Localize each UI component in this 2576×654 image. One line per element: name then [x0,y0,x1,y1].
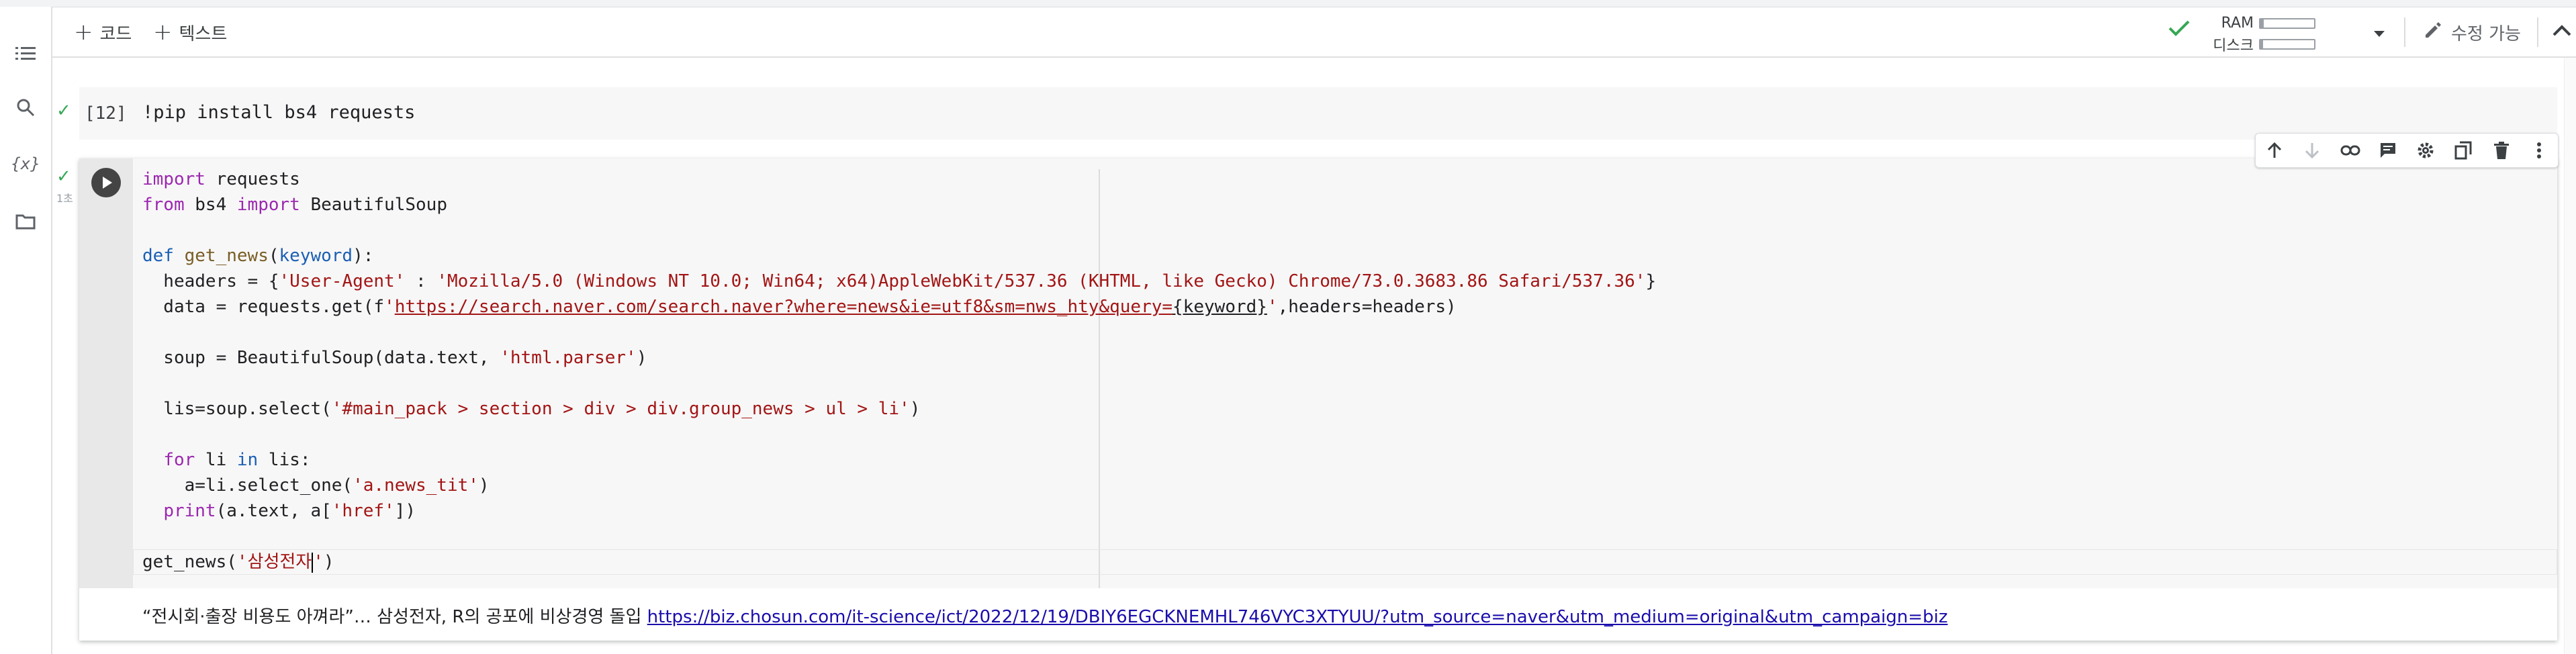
variables-icon[interactable]: {x} [11,150,40,177]
cell-output: “전시회·출장 비용도 아껴라”… 삼성전자, R의 공포에 비상경영 돌입 h… [79,588,2557,641]
left-sidebar: {x} [0,7,52,654]
move-up-icon[interactable] [2261,137,2288,164]
table-of-contents-icon[interactable] [12,40,39,67]
ram-row: RAM [2207,15,2315,32]
disk-bar-fill [2260,40,2263,48]
more-options-icon[interactable] [2526,137,2552,164]
cell-toolbar [2255,133,2559,168]
cell-gutter [79,158,133,588]
add-text-button[interactable]: + 텍스트 [153,17,227,47]
code-block[interactable]: import requests from bs4 import Beautifu… [142,167,1656,575]
code-editor[interactable]: import requests from bs4 import Beautifu… [133,158,2557,588]
resources-dropdown-icon[interactable] [2373,28,2385,41]
settings-icon[interactable] [2412,137,2439,164]
code-cell-get-news[interactable]: import requests from bs4 import Beautifu… [79,158,2557,641]
ram-label: RAM [2221,15,2254,32]
connected-check-icon [2168,19,2191,40]
edit-mode-label: 수정 가능 [2451,24,2521,44]
plus-icon: + [74,19,93,46]
collapse-header-icon[interactable] [2552,23,2572,40]
cell-code[interactable]: !pip install bs4 requests [142,102,415,123]
run-cell-button[interactable] [91,168,121,197]
execution-time: 1초 [56,192,73,205]
ram-bar [2259,17,2315,29]
toolbar-divider [2537,17,2538,47]
cell-executed-check-icon: ✓ [56,167,71,187]
code-cell-pip[interactable] [79,87,2557,140]
pencil-icon [2423,20,2443,45]
folder-icon[interactable] [12,208,39,235]
search-icon[interactable] [12,94,39,121]
cell-executed-check-icon: ✓ [56,101,71,121]
comment-icon[interactable] [2375,137,2401,164]
disk-row: 디스크 [2207,34,2315,55]
delete-icon[interactable] [2488,137,2515,164]
play-icon [103,177,112,189]
window-top-edge [0,0,2576,7]
add-code-button[interactable]: + 코드 [74,17,132,47]
news-title: “전시회·출장 비용도 아껴라”… 삼성전자, R의 공포에 비상경영 돌입 [142,607,647,627]
disk-bar [2259,39,2315,50]
add-code-label: 코드 [99,24,132,44]
link-icon[interactable] [2337,137,2364,164]
edit-mode-button[interactable]: 수정 가능 [2423,17,2521,47]
add-text-label: 텍스트 [179,24,228,44]
notebook-scrollbar[interactable] [2564,58,2576,654]
ram-bar-fill [2260,19,2264,28]
notebook-toolbar: + 코드 + 텍스트 RAM 디스크 수정 가능 [52,8,2576,58]
move-down-icon[interactable] [2299,137,2326,164]
toolbar-divider [2404,17,2405,47]
resource-monitor[interactable]: RAM 디스크 [2168,13,2389,54]
news-link[interactable]: https://biz.chosun.com/it-science/ict/20… [647,607,1948,627]
output-text: “전시회·출장 비용도 아껴라”… 삼성전자, R의 공포에 비상경영 돌입 h… [142,603,1947,628]
execution-count: [12] [85,103,127,124]
plus-icon: + [153,19,173,46]
disk-label: 디스크 [2213,38,2254,54]
mirror-cell-icon[interactable] [2450,137,2477,164]
